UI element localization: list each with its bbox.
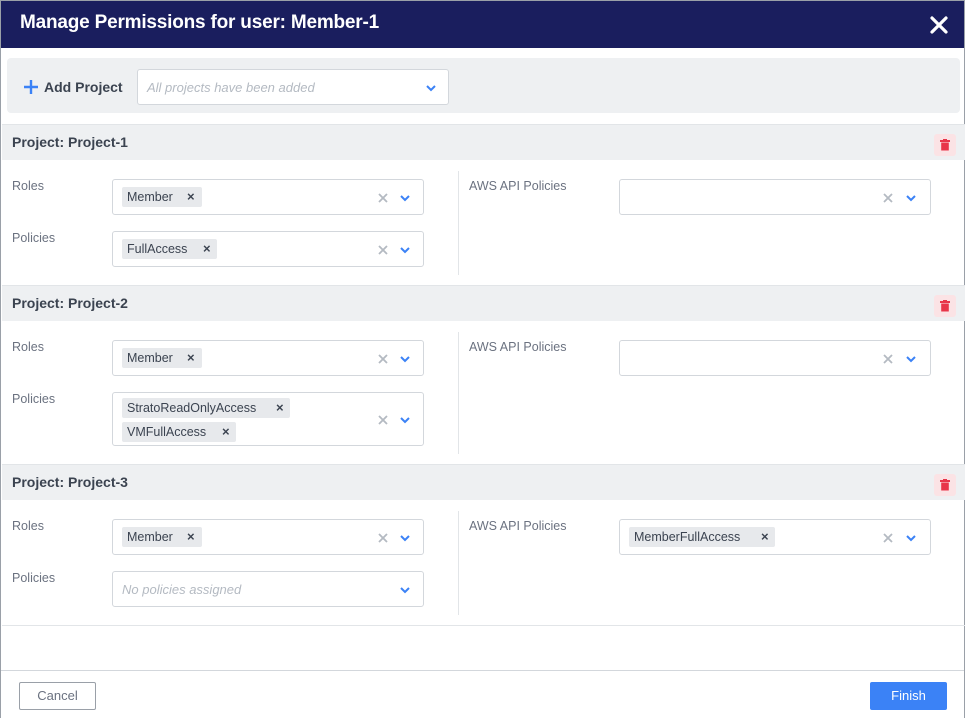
dialog-title: Manage Permissions for user: Member-1 [20, 12, 379, 33]
policies-select[interactable]: FullAccess × [112, 231, 424, 267]
close-icon[interactable] [928, 14, 950, 36]
chevron-down-icon[interactable] [399, 586, 411, 594]
clear-icon[interactable] [377, 192, 389, 204]
role-chip-label: Member [127, 351, 173, 365]
aws-api-policies-label: AWS API Policies [469, 519, 567, 533]
remove-chip-icon[interactable]: × [761, 529, 769, 544]
chevron-down-icon[interactable] [399, 194, 411, 202]
trash-icon [940, 300, 950, 312]
add-project-bar: Add Project All projects have been added [7, 58, 960, 113]
project-title: Project: Project-1 [12, 134, 128, 150]
clear-icon[interactable] [882, 192, 894, 204]
role-chip: Member × [122, 527, 202, 547]
project-section: Project: Project-1 Roles Member × Polici… [2, 124, 965, 286]
aws-policy-chip-label: MemberFullAccess [634, 530, 741, 544]
chevron-down-icon[interactable] [425, 84, 437, 92]
chevron-down-icon[interactable] [905, 194, 917, 202]
aws-policy-chip: MemberFullAccess × [629, 527, 775, 547]
aws-api-policies-label: AWS API Policies [469, 179, 567, 193]
project-header: Project: Project-2 [2, 285, 965, 321]
policies-placeholder: No policies assigned [122, 582, 242, 597]
policies-label: Policies [12, 571, 56, 585]
add-project-placeholder: All projects have been added [147, 80, 315, 95]
chevron-down-icon[interactable] [905, 534, 917, 542]
add-project-label: Add Project [44, 79, 123, 95]
cancel-button[interactable]: Cancel [19, 682, 96, 710]
roles-select[interactable]: Member × [112, 340, 424, 376]
column-divider [458, 511, 459, 615]
manage-permissions-dialog: Manage Permissions for user: Member-1 Ad… [0, 0, 965, 718]
role-chip: Member × [122, 348, 202, 368]
aws-api-policies-select[interactable]: MemberFullAccess × [619, 519, 931, 555]
project-header: Project: Project-3 [2, 464, 965, 500]
chevron-down-icon[interactable] [399, 246, 411, 254]
remove-chip-icon[interactable]: × [187, 529, 195, 544]
delete-project-button[interactable] [934, 295, 956, 317]
roles-label: Roles [12, 340, 44, 354]
policy-chip: FullAccess × [122, 239, 217, 259]
roles-select[interactable]: Member × [112, 179, 424, 215]
clear-icon[interactable] [882, 532, 894, 544]
policies-select[interactable]: No policies assigned [112, 571, 424, 607]
policy-chip: StratoReadOnlyAccess × [122, 398, 290, 418]
aws-api-policies-select[interactable] [619, 179, 931, 215]
policies-label: Policies [12, 392, 56, 406]
role-chip: Member × [122, 187, 202, 207]
role-chip-label: Member [127, 190, 173, 204]
trash-icon [940, 139, 950, 151]
delete-project-button[interactable] [934, 474, 956, 496]
clear-icon[interactable] [377, 244, 389, 256]
project-title: Project: Project-3 [12, 474, 128, 490]
add-project-button[interactable]: Add Project [23, 76, 123, 98]
role-chip-label: Member [127, 530, 173, 544]
clear-icon[interactable] [882, 353, 894, 365]
remove-chip-icon[interactable]: × [203, 241, 211, 256]
roles-label: Roles [12, 179, 44, 193]
column-divider [458, 332, 459, 454]
aws-api-policies-label: AWS API Policies [469, 340, 567, 354]
policies-select[interactable]: StratoReadOnlyAccess × VMFullAccess × [112, 392, 424, 446]
finish-button[interactable]: Finish [870, 682, 947, 710]
remove-chip-icon[interactable]: × [187, 189, 195, 204]
roles-select[interactable]: Member × [112, 519, 424, 555]
project-section: Project: Project-3 Roles Member × Polici… [2, 464, 965, 626]
clear-icon[interactable] [377, 414, 389, 426]
aws-api-policies-select[interactable] [619, 340, 931, 376]
column-divider [458, 171, 459, 275]
clear-icon[interactable] [377, 353, 389, 365]
clear-icon[interactable] [377, 532, 389, 544]
delete-project-button[interactable] [934, 134, 956, 156]
project-section: Project: Project-2 Roles Member × Polici… [2, 285, 965, 465]
roles-label: Roles [12, 519, 44, 533]
policy-chip-label: VMFullAccess [127, 425, 207, 439]
chevron-down-icon[interactable] [399, 355, 411, 363]
section-divider [2, 625, 965, 626]
policies-label: Policies [12, 231, 56, 245]
policy-chip-label: StratoReadOnlyAccess [127, 401, 257, 415]
chevron-down-icon[interactable] [399, 534, 411, 542]
policy-chip-label: FullAccess [127, 242, 188, 256]
plus-icon [24, 80, 38, 94]
dialog-footer: Cancel Finish [1, 670, 964, 718]
remove-chip-icon[interactable]: × [222, 424, 230, 439]
project-title: Project: Project-2 [12, 295, 128, 311]
chevron-down-icon[interactable] [399, 416, 411, 424]
add-project-select[interactable]: All projects have been added [137, 69, 449, 105]
chevron-down-icon[interactable] [905, 355, 917, 363]
remove-chip-icon[interactable]: × [276, 400, 284, 415]
trash-icon [940, 479, 950, 491]
project-header: Project: Project-1 [2, 124, 965, 160]
policy-chip: VMFullAccess × [122, 422, 236, 442]
dialog-titlebar: Manage Permissions for user: Member-1 [1, 1, 964, 48]
remove-chip-icon[interactable]: × [187, 350, 195, 365]
